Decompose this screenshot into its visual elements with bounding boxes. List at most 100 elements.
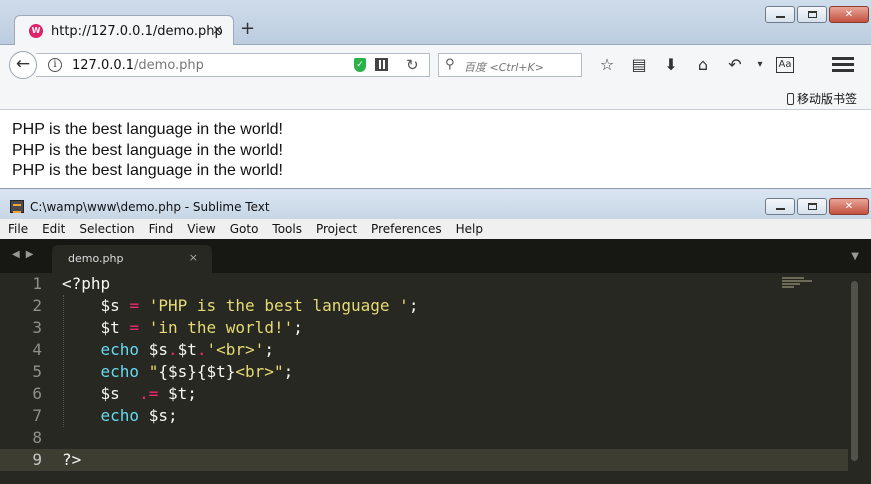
bookmarks-bar: 移动版书签 [0,85,871,110]
download-icon[interactable]: ⬇ [655,54,687,76]
maximize-icon [808,203,817,210]
maximize-button[interactable] [797,198,827,215]
firefox-tab-strip: W http://127.0.0.1/demo.php × + ✕ [0,0,871,46]
minimap[interactable] [782,277,812,291]
menu-tools[interactable]: Tools [272,219,302,239]
undo-icon[interactable]: ↶ [719,54,751,76]
close-tab-icon[interactable]: × [189,251,198,264]
code-token: $t [167,384,188,403]
code-line: echo $s.$t.'<br>'; [62,339,418,361]
menu-find[interactable]: Find [149,219,174,239]
sublime-tab-bar: ◀▶ demo.php × ▼ [0,239,871,273]
code-line: ?> [62,449,418,471]
line-number: 5 [32,362,42,381]
code-token: = [129,318,140,337]
line-number: 4 [32,340,42,359]
sublime-window: C:\wamp\www\demo.php - Sublime Text ✕ Fi… [0,188,871,484]
menu-selection[interactable]: Selection [79,219,134,239]
code-line: echo $s; [62,405,418,427]
firefox-tab-active[interactable]: W http://127.0.0.1/demo.php × [14,15,234,46]
tab-scroll-arrows-icon[interactable]: ◀▶ [12,249,39,260]
url-text[interactable]: 127.0.0.1/demo.php [72,58,204,73]
line-number: 7 [32,406,42,425]
hamburger-menu-icon[interactable] [832,54,854,76]
toolbar-icons: ☆ ▤ ⬇ ⌂ ↶ ▾ Aa [591,54,801,76]
mobile-bookmarks[interactable]: 移动版书签 [786,90,857,107]
maximize-icon [808,11,817,18]
wamp-favicon-icon: W [29,24,43,38]
shield-icon[interactable]: ✓ [354,58,366,72]
code-token: $t [100,318,120,337]
dropdown-arrow-icon[interactable]: ▾ [751,54,769,76]
reading-list-icon[interactable]: ▤ [623,54,655,76]
sublime-menu-bar: File Edit Selection Find View Goto Tools… [0,219,871,239]
close-window-button[interactable]: ✕ [829,198,869,215]
code-token: .= [139,384,159,403]
php-open-tag: <?php [62,274,111,293]
code-token: echo [100,362,140,381]
minimize-button[interactable] [765,198,795,215]
code-line: echo "{$s}{$t}<br>"; [62,361,418,383]
tab-menu-icon[interactable]: ▼ [851,251,859,262]
code-token: <br>" [235,362,284,381]
code-token: ; [167,406,178,425]
line-number-active: 9 [32,450,42,469]
minimize-icon [776,16,785,18]
code-token: ; [187,384,197,403]
site-info-icon[interactable]: i [48,58,62,72]
url-bar[interactable]: i 127.0.0.1/demo.php ✓ ↻ [36,53,430,77]
close-window-button[interactable]: ✕ [829,6,869,23]
url-path: /demo.php [134,58,204,73]
reader-view-icon[interactable]: Aa [769,54,801,76]
menu-preferences[interactable]: Preferences [371,219,442,239]
firefox-tab-title: http://127.0.0.1/demo.php [51,24,223,39]
code-token: ; [293,318,303,337]
search-box[interactable]: ⚲ 百度 <Ctrl+K> [438,53,582,77]
mobile-phone-icon [786,93,794,105]
menu-file[interactable]: File [8,219,28,239]
back-arrow-icon: ← [15,54,31,74]
menu-goto[interactable]: Goto [230,219,259,239]
menu-view[interactable]: View [187,219,215,239]
menu-edit[interactable]: Edit [42,219,65,239]
maximize-button[interactable] [797,6,827,23]
menu-help[interactable]: Help [456,219,483,239]
sublime-app-icon [10,200,24,213]
search-icon: ⚲ [445,57,455,72]
line-number-gutter: 1 2 3 4 5 6 7 8 9 [0,273,56,484]
close-tab-icon[interactable]: × [212,23,223,38]
menu-project[interactable]: Project [316,219,357,239]
new-tab-button[interactable]: + [240,20,255,38]
vertical-scrollbar[interactable] [851,281,858,461]
code-token: 'in the world!' [148,318,294,337]
bookmark-star-icon[interactable]: ☆ [591,54,623,76]
code-token: $t [177,340,197,359]
sublime-tab-active[interactable]: demo.php × [52,245,212,273]
url-host: 127.0.0.1 [72,58,135,73]
sublime-window-controls: ✕ [765,198,869,215]
code-line: $t = 'in the world!'; [62,317,418,339]
qr-code-icon[interactable] [375,58,388,71]
minimize-icon [776,208,785,210]
code-token: " [148,362,159,381]
home-icon[interactable]: ⌂ [687,54,719,76]
code-token: 'PHP is the best language ' [148,296,409,315]
code-token: $s [100,296,120,315]
reload-icon[interactable]: ↻ [406,56,419,74]
code-token: {$s}{$t} [158,362,236,381]
sublime-title-bar: C:\wamp\www\demo.php - Sublime Text ✕ [0,189,871,219]
code-token: . [196,340,207,359]
code-token: $s [148,406,168,425]
code-editor[interactable]: 1 2 3 4 5 6 7 8 9 <?php $s = 'PHP is the… [0,273,871,484]
sublime-title: C:\wamp\www\demo.php - Sublime Text [30,200,270,214]
output-line: PHP is the best language in the world! [12,121,283,138]
sublime-tab-label: demo.php [68,252,124,265]
back-button[interactable]: ← [9,51,37,79]
output-line: PHP is the best language in the world! [12,141,283,159]
output-line: PHP is the best language in the world! [12,162,283,179]
php-close-tag: ?> [62,450,82,469]
code-line: <?php [62,273,418,295]
minimize-button[interactable] [765,6,795,23]
code-token: = [129,296,140,315]
